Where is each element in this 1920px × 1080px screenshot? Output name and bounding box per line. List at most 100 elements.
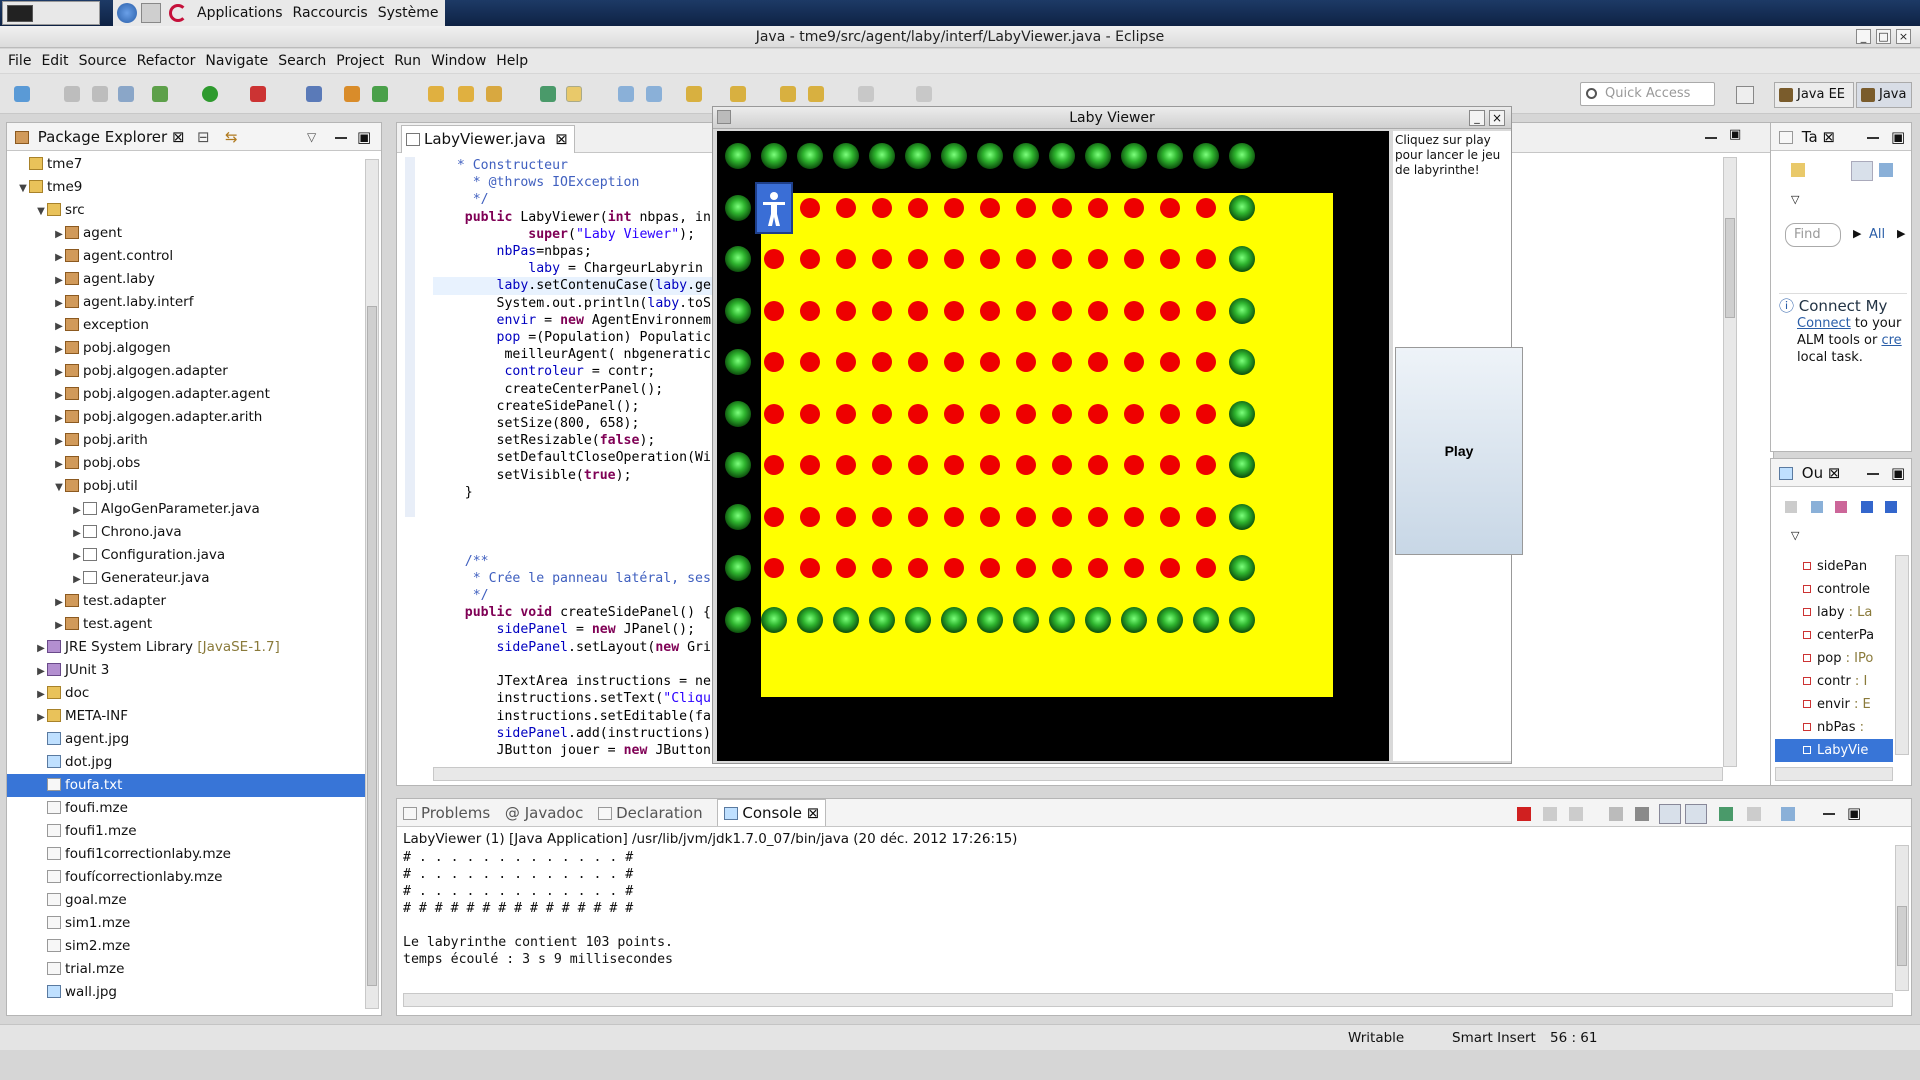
task-find-field[interactable]: Find [1785,223,1841,247]
scroll-lock-icon[interactable] [1635,807,1649,821]
collapsed-arrow-icon[interactable]: ▶ [53,361,65,384]
tree-item[interactable]: ▶ pobj.algogen.adapter [7,360,367,383]
collapsed-arrow-icon[interactable]: ▶ [53,430,65,453]
tree-item[interactable]: ▶ JUnit 3 [7,659,367,682]
menu-refactor[interactable]: Refactor [137,53,196,69]
tree-item[interactable]: ▶ pobj.obs [7,452,367,475]
package-explorer-tab[interactable]: Package Explorer ⊠ ⊟ ⇆ ▽ ▣ [7,123,381,151]
browser-icon[interactable] [117,3,137,23]
outline-item[interactable]: controle [1775,578,1893,601]
collapsed-arrow-icon[interactable]: ▶ [53,614,65,637]
outline-item[interactable]: pop : IPo [1775,647,1893,670]
maximize-view-icon[interactable]: ▣ [1891,459,1905,487]
perspective-java[interactable]: Java [1856,82,1912,108]
external-tools-icon[interactable] [250,86,266,102]
connect-link[interactable]: Connect [1797,316,1851,331]
quick-access-field[interactable]: Quick Access [1580,82,1715,106]
tree-item[interactable]: ▶ pobj.algogen [7,337,367,360]
mark-occurrences-icon[interactable] [566,86,582,102]
task-filter-all[interactable]: All [1869,227,1885,242]
minimize-view-icon[interactable] [335,137,347,139]
outline-item[interactable]: nbPas : [1775,716,1893,739]
view-menu-icon[interactable]: ▽ [1791,193,1799,206]
menu-applications[interactable]: Applications [197,5,283,21]
task-list-tab[interactable]: Ta ⊠ ▣ [1771,123,1911,151]
play-button[interactable]: Play [1395,347,1523,555]
block-selection-icon[interactable] [618,86,634,102]
outline-tab[interactable]: Ou ⊠ ▣ [1771,459,1911,487]
pin-editor-icon[interactable] [916,86,932,102]
console-vertical-scrollbar[interactable] [1895,845,1909,991]
new-java-project-icon[interactable] [344,86,360,102]
collapsed-arrow-icon[interactable]: ▶ [53,384,65,407]
close-icon[interactable]: ⊠ [1828,464,1841,482]
annotation-icon[interactable] [540,86,556,102]
terminal-launcher[interactable] [2,1,100,25]
menu-edit[interactable]: Edit [41,53,68,69]
tree-item[interactable]: foufi.mze [7,797,367,820]
save-all-icon[interactable] [92,86,108,102]
tree-item[interactable]: foufi1correctionlaby.mze [7,843,367,866]
tree-item[interactable]: ▶ Generateur.java [7,567,367,590]
expanded-arrow-icon[interactable]: ▼ [35,200,47,223]
collapsed-arrow-icon[interactable]: ▶ [53,453,65,476]
tree-item[interactable]: sim1.mze [7,912,367,935]
package-explorer-scrollbar[interactable] [365,159,379,1009]
outline-item[interactable]: sidePan [1775,555,1893,578]
collapsed-arrow-icon[interactable]: ▶ [53,315,65,338]
close-icon[interactable]: ⊠ [1822,128,1835,146]
debug-icon[interactable] [152,86,168,102]
link-with-editor-icon[interactable]: ⇆ [225,123,238,151]
open-folder-icon[interactable] [458,86,474,102]
menu-run[interactable]: Run [394,53,421,69]
tree-item[interactable]: tme7 [7,153,367,176]
maximize-view-icon[interactable]: ▣ [1891,123,1905,151]
tab-javadoc[interactable]: @ Javadoc [505,804,583,822]
tree-item[interactable]: ▼ tme9 [7,176,367,199]
outline-scrollbar[interactable] [1895,555,1909,755]
outline-item[interactable]: centerPa [1775,624,1893,647]
collapsed-arrow-icon[interactable]: ▶ [71,568,83,591]
minimize-view-icon[interactable] [1823,813,1835,815]
tree-item[interactable]: trial.mze [7,958,367,981]
remove-all-icon[interactable] [1569,807,1583,821]
minimize-window-button[interactable]: _ [1469,110,1485,126]
tree-item[interactable]: ▶ agent.control [7,245,367,268]
collapsed-arrow-icon[interactable]: ▶ [35,683,47,706]
minimize-window-button[interactable]: _ [1856,29,1871,44]
menu-search[interactable]: Search [278,53,326,69]
console-horizontal-scrollbar[interactable] [403,993,1893,1007]
menu-help[interactable]: Help [496,53,528,69]
perspective-java-ee[interactable]: Java EE [1774,82,1854,108]
remove-launch-icon[interactable] [1543,807,1557,821]
open-console-icon[interactable] [1781,807,1795,821]
expanded-arrow-icon[interactable]: ▼ [53,476,65,499]
previous-annotation-icon[interactable] [730,86,746,102]
collapsed-arrow-icon[interactable]: ▶ [35,660,47,683]
new-icon[interactable] [14,86,30,102]
collapsed-arrow-icon[interactable]: ▶ [71,522,83,545]
collapsed-arrow-icon[interactable]: ▶ [71,499,83,522]
terminate-icon[interactable] [1517,807,1531,821]
show-whitespace-icon[interactable] [646,86,662,102]
collapsed-arrow-icon[interactable]: ▶ [53,591,65,614]
menu-project[interactable]: Project [336,53,384,69]
search-toolbar-icon[interactable] [486,86,502,102]
expanded-arrow-icon[interactable]: ▼ [17,177,29,200]
tree-item[interactable]: foufi1.mze [7,820,367,843]
open-perspective-icon[interactable] [1736,86,1754,104]
tree-item[interactable]: goal.mze [7,889,367,912]
tree-item[interactable]: ▶ Configuration.java [7,544,367,567]
tree-item[interactable]: ▶ agent [7,222,367,245]
close-icon[interactable]: ⊠ [807,804,820,822]
tree-item[interactable]: ▶ AlgoGenParameter.java [7,498,367,521]
minimize-view-icon[interactable] [1867,473,1879,475]
collapsed-arrow-icon[interactable]: ▶ [53,269,65,292]
tree-item[interactable]: ▶ test.agent [7,613,367,636]
menu-file[interactable]: File [8,53,31,69]
new-package-icon[interactable] [372,86,388,102]
create-task-link[interactable]: cre [1881,333,1901,348]
tree-item[interactable]: ▶ JRE System Library [JavaSE-1.7] [7,636,367,659]
maximize-editor-icon[interactable]: ▣ [1729,127,1741,142]
maximize-view-icon[interactable]: ▣ [357,123,371,151]
